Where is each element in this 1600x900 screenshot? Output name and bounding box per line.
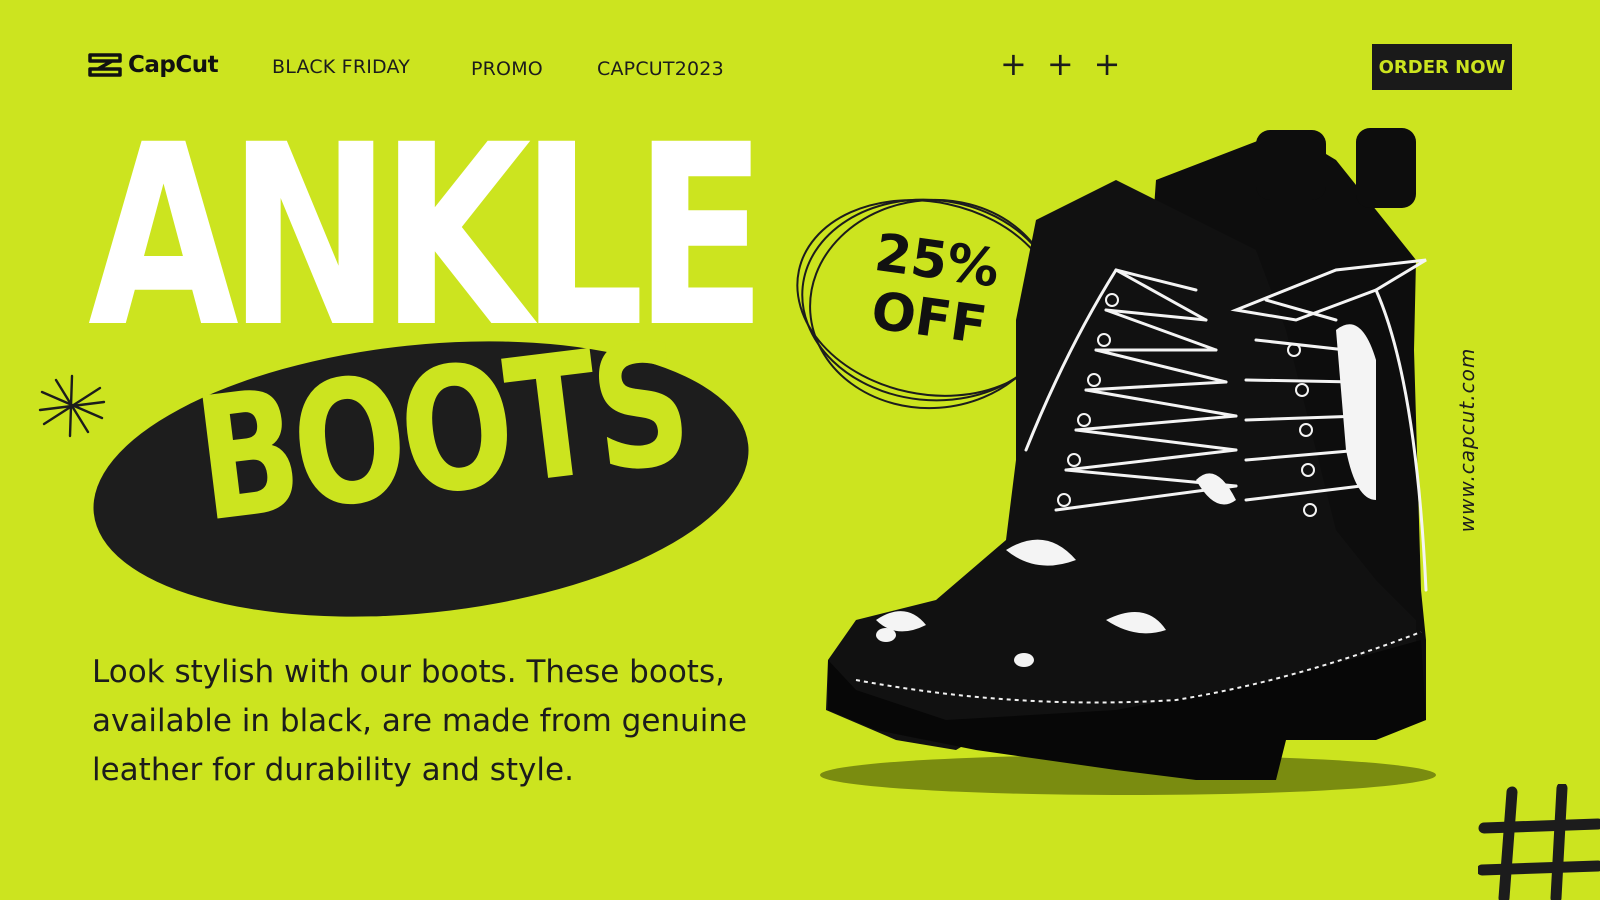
nav-link-capcut2023[interactable]: CAPCUT2023 [597, 58, 724, 80]
plus-icon: + [1093, 45, 1121, 83]
asterisk-doodle-icon [38, 374, 106, 438]
order-now-button[interactable]: ORDER NOW [1372, 44, 1512, 90]
ankle-boots-image [820, 128, 1436, 795]
brand-name: CapCut [128, 52, 219, 78]
top-nav: CapCut BLACK FRIDAY PROMO CAPCUT2023 + +… [88, 44, 1512, 90]
hash-doodle-icon [1478, 784, 1600, 900]
website-url: www.capcut.com [1455, 347, 1479, 533]
plus-icon: + [1000, 45, 1027, 83]
plus-decoration: + + + [1000, 48, 1120, 80]
brand-logo[interactable]: CapCut [88, 52, 219, 78]
nav-link-black-friday[interactable]: BLACK FRIDAY [272, 56, 410, 78]
nav-link-promo[interactable]: PROMO [471, 58, 543, 80]
capcut-logo-icon [88, 53, 122, 77]
hero-description: Look stylish with our boots. These boots… [92, 654, 748, 788]
plus-icon: + [1046, 45, 1074, 83]
